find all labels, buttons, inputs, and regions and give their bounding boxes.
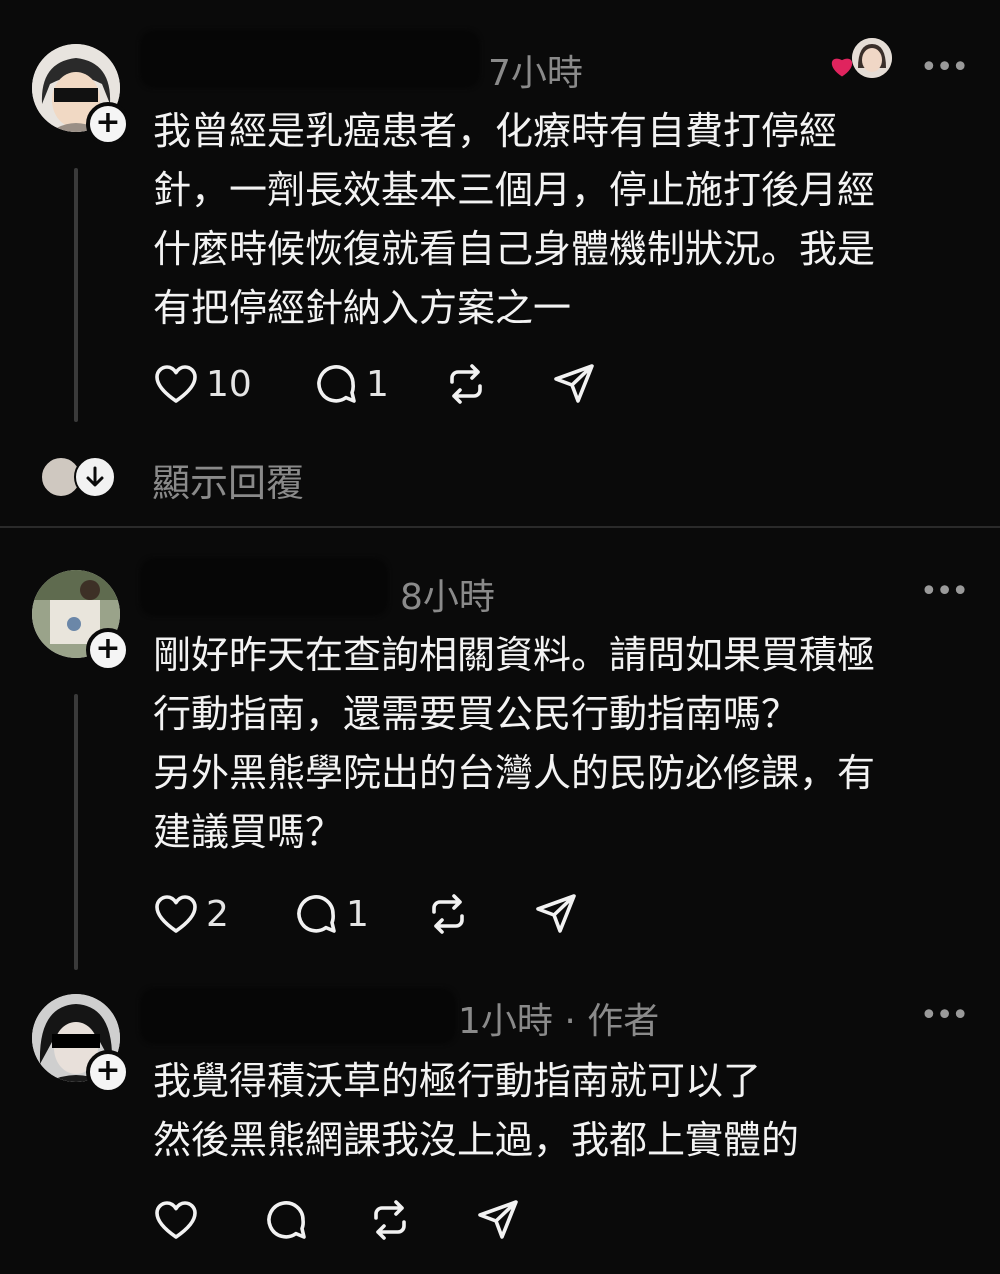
repost-button[interactable] bbox=[366, 1196, 414, 1244]
chevron-down-icon bbox=[74, 456, 116, 498]
comment-button[interactable] bbox=[262, 1196, 310, 1244]
reply-count: 1 bbox=[346, 893, 369, 935]
author-tag: 作者 bbox=[587, 1001, 660, 1042]
heart-icon bbox=[155, 895, 197, 933]
follow-plus-icon[interactable]: + bbox=[86, 628, 130, 672]
share-icon bbox=[554, 364, 594, 403]
redacted-username bbox=[140, 558, 388, 616]
heart-icon bbox=[828, 52, 856, 80]
reply-avatars[interactable] bbox=[40, 456, 116, 498]
post-text: 我曾經是乳癌患者，化療時有自費打停經 針，一劑長效基本三個月，停止施打後月經 什… bbox=[153, 109, 876, 330]
more-icon[interactable]: ••• bbox=[920, 574, 969, 609]
repost-icon bbox=[374, 1200, 406, 1240]
follow-plus-icon[interactable]: + bbox=[86, 102, 130, 146]
repost-icon bbox=[450, 364, 482, 404]
repost-button[interactable] bbox=[442, 360, 490, 408]
like-button[interactable] bbox=[152, 1196, 200, 1244]
share-button[interactable] bbox=[532, 890, 580, 938]
like-count: 10 bbox=[206, 363, 252, 405]
more-icon[interactable]: ••• bbox=[920, 998, 969, 1033]
share-button[interactable] bbox=[550, 360, 598, 408]
comment-button[interactable]: 1 bbox=[312, 360, 389, 408]
thread-line bbox=[74, 694, 78, 970]
post-time: 8小時 bbox=[400, 577, 495, 618]
post-text: 我覺得積沃草的極行動指南就可以了 然後黑熊網課我沒上過，我都上實體的 bbox=[153, 1059, 800, 1162]
reply-count: 1 bbox=[366, 363, 389, 405]
comment-icon bbox=[317, 365, 356, 403]
heart-icon bbox=[155, 1201, 197, 1239]
share-button[interactable] bbox=[474, 1196, 522, 1244]
show-replies-link[interactable]: 顯示回覆 bbox=[152, 452, 304, 507]
post-meta: 1小時 · 作者 bbox=[458, 992, 659, 1044]
follow-plus-icon[interactable]: + bbox=[86, 1050, 130, 1094]
comment-icon bbox=[267, 1201, 306, 1239]
post-time: 1小時 bbox=[458, 1001, 553, 1042]
more-icon[interactable]: ••• bbox=[920, 50, 969, 85]
thread-line bbox=[74, 168, 78, 422]
like-button[interactable]: 2 bbox=[152, 890, 229, 938]
redacted-username bbox=[140, 988, 456, 1044]
redacted-username bbox=[140, 30, 480, 88]
post-text: 剛好昨天在查詢相關資料。請問如果買積極 行動指南，還需要買公民行動指南嗎？ 另外… bbox=[153, 633, 876, 854]
heart-icon bbox=[155, 365, 197, 403]
comment-button[interactable]: 1 bbox=[292, 890, 369, 938]
liker-avatar bbox=[852, 38, 892, 78]
share-icon bbox=[478, 1200, 518, 1239]
repost-button[interactable] bbox=[424, 890, 472, 938]
post-time: 7小時 bbox=[488, 53, 583, 94]
like-count: 2 bbox=[206, 893, 229, 935]
comment-icon bbox=[297, 895, 336, 933]
meta-separator: · bbox=[564, 1001, 576, 1042]
divider bbox=[0, 526, 1000, 528]
like-button[interactable]: 10 bbox=[152, 360, 252, 408]
repost-icon bbox=[432, 894, 464, 934]
share-icon bbox=[536, 894, 576, 933]
